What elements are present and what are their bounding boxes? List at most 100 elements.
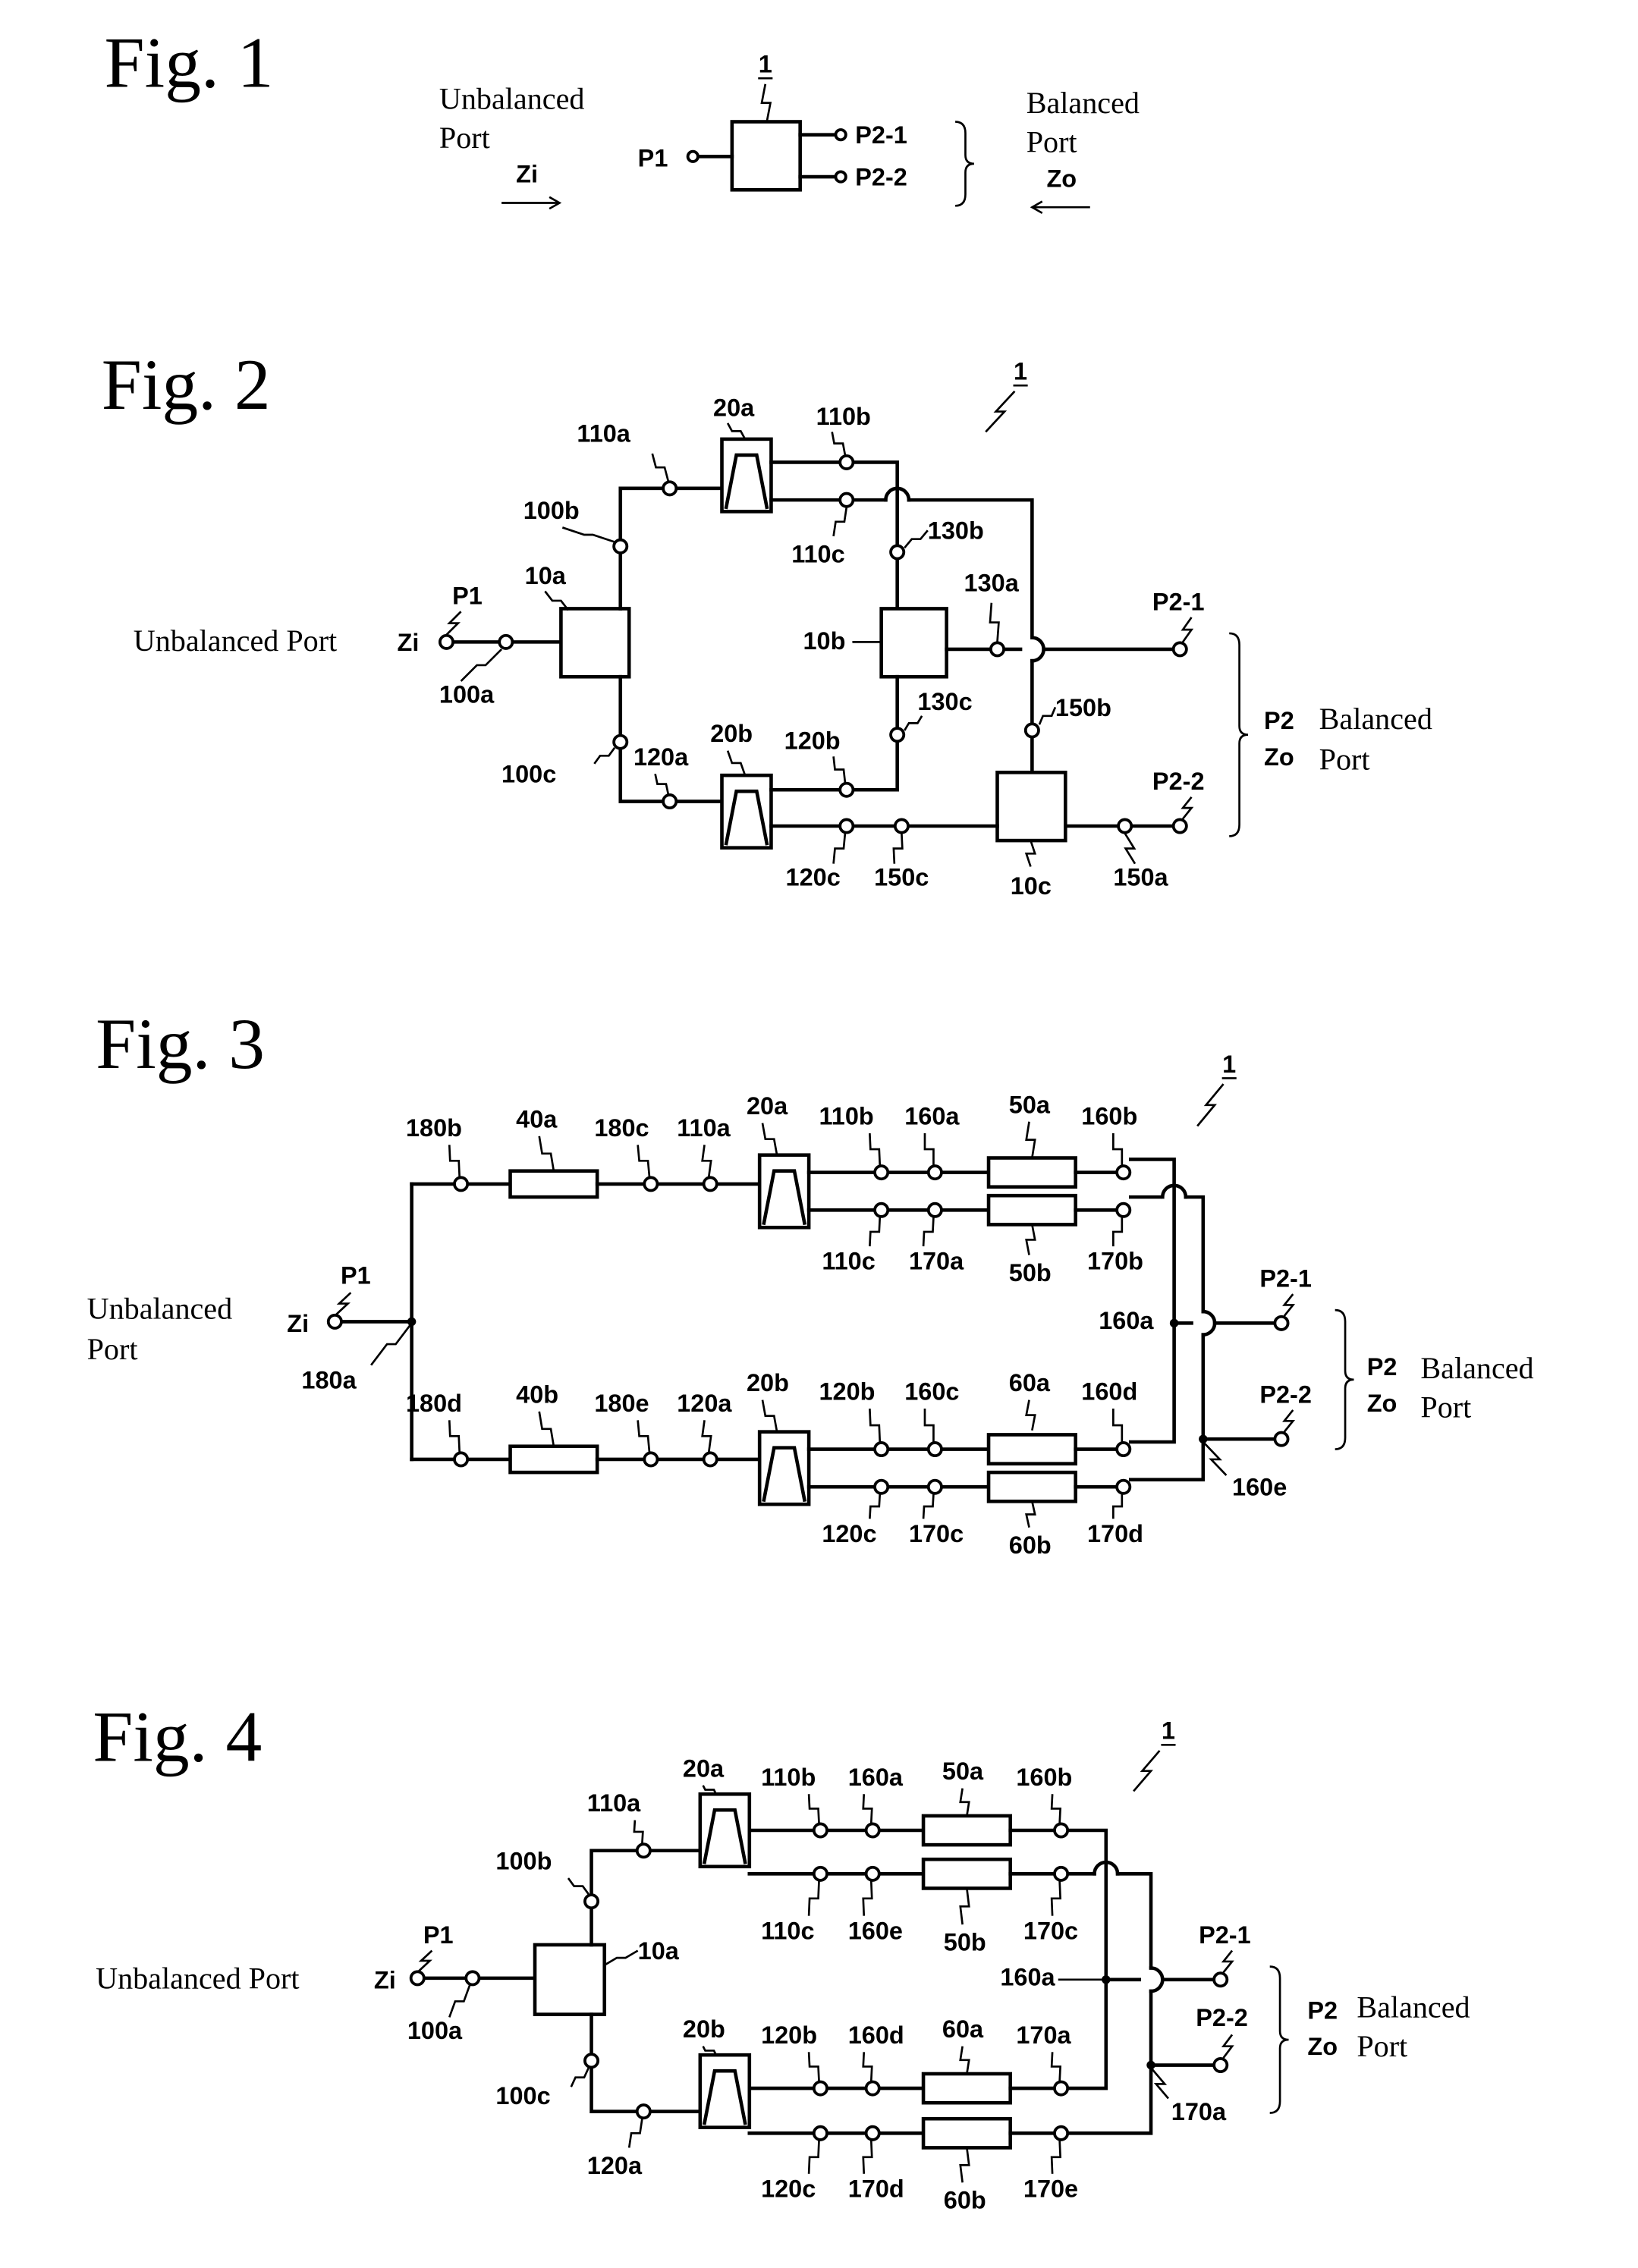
node-120b bbox=[873, 1441, 890, 1458]
leader-line bbox=[761, 1399, 778, 1432]
wire bbox=[852, 460, 899, 491]
port-p2-2-label: P2-2 bbox=[855, 164, 907, 191]
node-label: 100c bbox=[495, 2082, 550, 2109]
input-impedance-label: Zi bbox=[287, 1310, 309, 1337]
unbalanced-port-label: Unbalanced bbox=[439, 81, 585, 115]
balanced-port-label: Port bbox=[1319, 742, 1370, 776]
node-label: 130a bbox=[964, 570, 1020, 597]
wire bbox=[618, 486, 666, 542]
balun-10b bbox=[879, 607, 948, 679]
node-output bbox=[864, 2080, 881, 2097]
leader-line bbox=[869, 1494, 882, 1519]
filter-20a bbox=[720, 437, 773, 514]
leader-line bbox=[1221, 1949, 1234, 1974]
port-p2-2-terminal bbox=[834, 170, 847, 184]
leader-line bbox=[807, 1880, 820, 1916]
node-label: 160a bbox=[1000, 1963, 1055, 1990]
node-output bbox=[1115, 1202, 1132, 1218]
leader-line bbox=[370, 1322, 413, 1366]
node-label: 110a bbox=[587, 1789, 641, 1817]
balanced-port-label: Balanced bbox=[1420, 1351, 1533, 1385]
node-110c bbox=[838, 492, 855, 508]
leader-line bbox=[760, 83, 772, 122]
leader-line bbox=[862, 2140, 873, 2174]
port-p2-2-label: P2-2 bbox=[1259, 1381, 1312, 1408]
node-label: 170a bbox=[1016, 2021, 1071, 2049]
node-label: 160d bbox=[1081, 1378, 1137, 1406]
node-label: 100b bbox=[523, 497, 580, 524]
node-130b bbox=[889, 544, 906, 561]
port-p1-terminal bbox=[686, 149, 700, 163]
node-label: 100b bbox=[495, 1848, 552, 1875]
matching-element bbox=[986, 1470, 1077, 1503]
node-120c bbox=[838, 818, 855, 834]
component-label: 60b bbox=[1009, 1531, 1052, 1559]
output-impedance-label: Zo bbox=[1264, 743, 1294, 771]
leader-line bbox=[1112, 1217, 1124, 1247]
leader-line bbox=[922, 1494, 935, 1519]
patent-drawing-sheet: Fig. 1 Unbalanced Port Zi 1 P1 P2-1 P2-2 Balance… bbox=[87, 23, 1534, 2214]
wire bbox=[589, 1849, 640, 1896]
leader-line bbox=[570, 2067, 589, 2087]
leader-line bbox=[1203, 1442, 1228, 1476]
leader-line bbox=[1151, 2069, 1169, 2100]
balanced-port-brace bbox=[1335, 1308, 1354, 1450]
leader-line bbox=[637, 1145, 651, 1177]
matching-element bbox=[986, 1193, 1077, 1227]
port-p2-label: P2 bbox=[1264, 707, 1294, 734]
node-output bbox=[926, 1441, 943, 1458]
balanced-port-label: Balanced bbox=[1319, 702, 1432, 736]
component-label: 20b bbox=[683, 2015, 725, 2043]
unbalanced-to-balanced-converter bbox=[730, 120, 802, 192]
unbalanced-port-label: Unbalanced Port bbox=[134, 624, 337, 658]
node-label: 160e bbox=[848, 1917, 903, 1944]
device-reference-label: 1 bbox=[759, 51, 772, 78]
input-impedance-label: Zi bbox=[398, 629, 420, 656]
leader-line bbox=[538, 1136, 555, 1171]
node-label: 160b bbox=[1081, 1103, 1137, 1130]
balanced-port-label: Port bbox=[1027, 125, 1077, 159]
node-150a bbox=[1117, 818, 1133, 834]
port-p1-label: P1 bbox=[638, 145, 668, 172]
node-output bbox=[1115, 1164, 1132, 1181]
component-label: 10a bbox=[638, 1937, 680, 1965]
port-p2-label: P2 bbox=[1307, 1996, 1338, 2024]
component-label: 40a bbox=[516, 1105, 558, 1132]
leader-line bbox=[904, 715, 923, 731]
leader-line bbox=[1181, 617, 1194, 643]
port-p2-1-terminal bbox=[1273, 1315, 1290, 1331]
leader-line bbox=[448, 1984, 471, 2018]
port-p2-2-terminal bbox=[1273, 1431, 1290, 1447]
leader-line bbox=[1025, 1121, 1036, 1158]
leader-line bbox=[1050, 1794, 1062, 1824]
leader-line bbox=[445, 611, 462, 636]
node-180c bbox=[643, 1176, 659, 1192]
node-output bbox=[926, 1478, 943, 1495]
leader-line bbox=[807, 1794, 820, 1824]
node-output bbox=[812, 1822, 828, 1839]
node-label: 160a bbox=[848, 1764, 904, 1791]
port-p2-1-terminal bbox=[1212, 1971, 1229, 1988]
output-impedance-label: Zo bbox=[1046, 165, 1077, 192]
leader-line bbox=[832, 756, 847, 783]
leader-line bbox=[637, 1420, 651, 1453]
leader-line bbox=[335, 1292, 352, 1315]
leader-line bbox=[726, 423, 747, 440]
leader-line bbox=[1025, 1399, 1036, 1431]
component-label: 50a bbox=[942, 1758, 984, 1785]
component-label: 50b bbox=[944, 1929, 986, 1956]
figure-1: Fig. 1 Unbalanced Port Zi 1 P1 P2-1 P2-2 Balance… bbox=[105, 23, 1140, 215]
component-label: 20a bbox=[713, 394, 755, 421]
filter-20b bbox=[698, 2053, 752, 2129]
node-label: 110c bbox=[761, 1917, 814, 1944]
leader-line bbox=[460, 648, 503, 682]
port-p1-terminal bbox=[409, 1970, 426, 1987]
output-impedance-label: Zo bbox=[1307, 2033, 1338, 2060]
balanced-port-label: Port bbox=[1357, 2029, 1407, 2063]
node-label: 110b bbox=[819, 1103, 874, 1130]
node-output bbox=[812, 2125, 828, 2141]
node-label: 120b bbox=[761, 2021, 817, 2049]
port-p1-label: P1 bbox=[341, 1262, 371, 1289]
unbalanced-port-label: Port bbox=[87, 1332, 138, 1366]
node-110b bbox=[838, 454, 855, 470]
